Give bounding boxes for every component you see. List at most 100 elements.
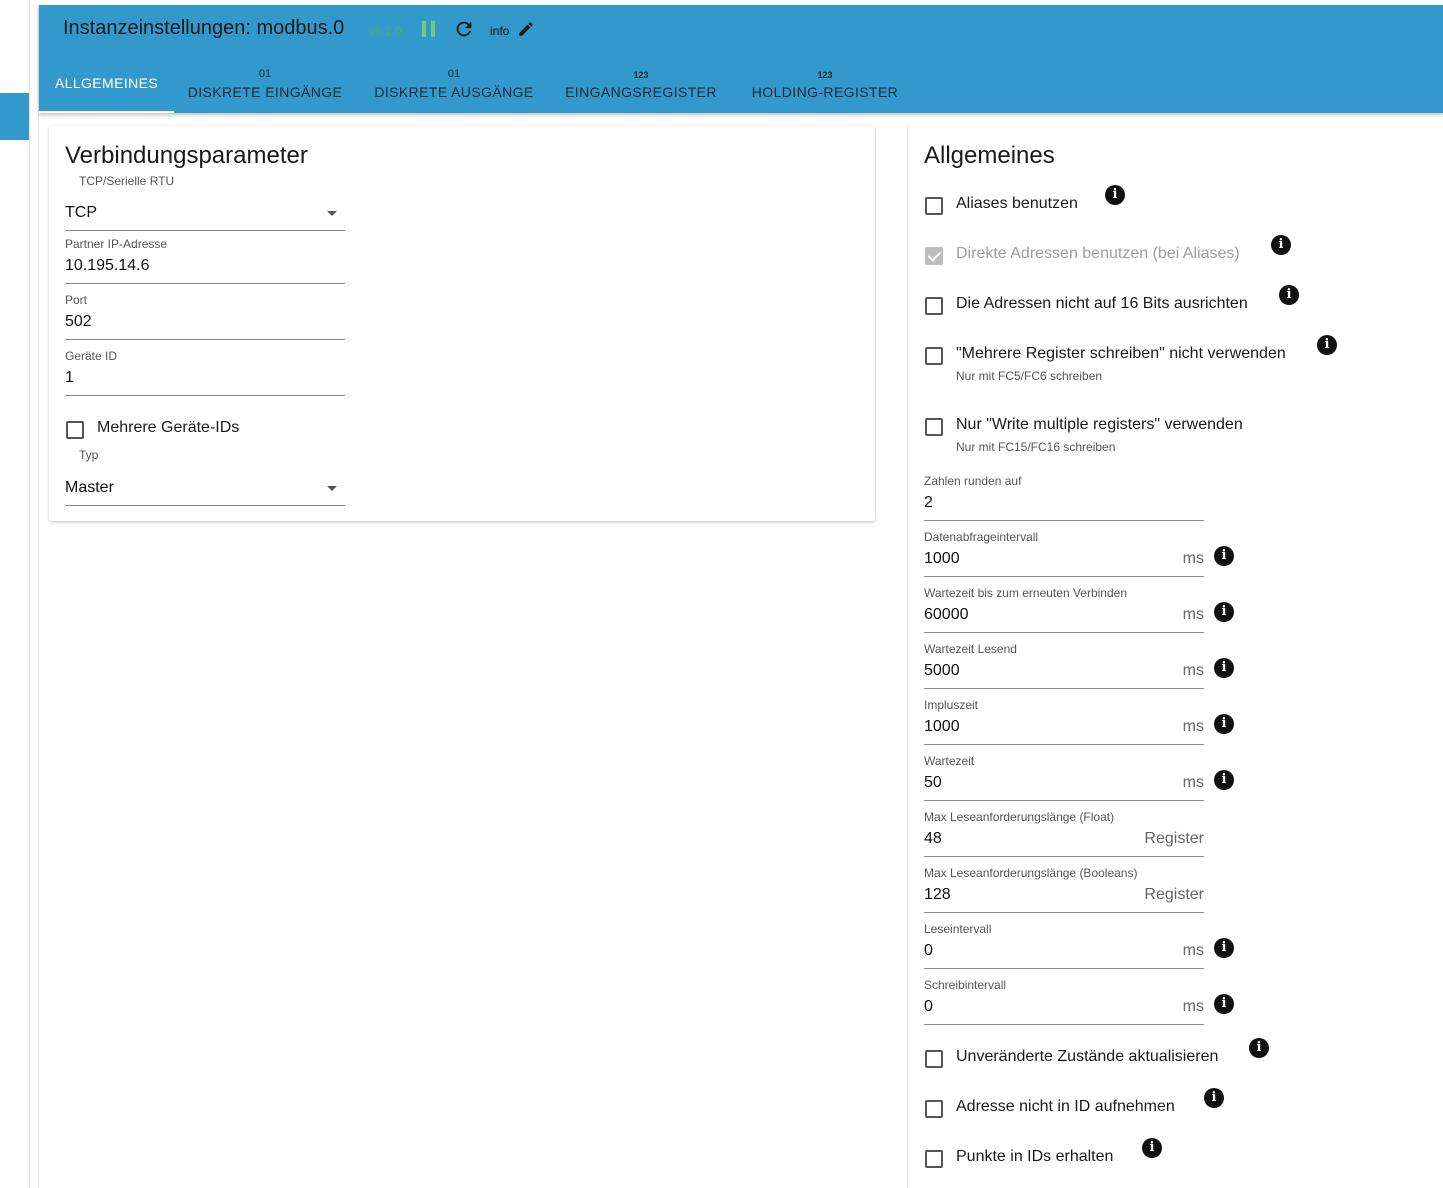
field-unit: ms — [1182, 606, 1204, 623]
tab-diskrete-ausgaenge[interactable]: 01 DISKRETE AUSGÄNGE — [371, 55, 537, 113]
no-multi-register-write-checkbox[interactable]: "Mehrere Register schreiben" nicht verwe… — [925, 345, 1286, 383]
info-icon[interactable]: i — [1204, 1088, 1224, 1108]
info-icon[interactable]: i — [1214, 770, 1234, 790]
edit-icon[interactable] — [517, 20, 535, 38]
field-label: Typ — [79, 448, 99, 462]
tab-indicator — [39, 111, 174, 113]
field-value: 48 — [924, 830, 942, 847]
field-value: 1 — [65, 369, 74, 386]
field-value: TCP — [65, 204, 97, 221]
field-unit: ms — [1182, 774, 1204, 791]
checkbox-label: Punkte in IDs erhalten — [956, 1148, 1114, 1165]
field-underline — [924, 520, 1204, 521]
field-unit: ms — [1182, 718, 1204, 735]
field-label: Wartezeit Lesend — [924, 642, 1017, 656]
field-underline — [924, 1024, 1204, 1025]
field-label: Leseintervall — [924, 922, 992, 936]
info-icon[interactable]: i — [1214, 714, 1234, 734]
field-label: Port — [65, 293, 88, 307]
checkbox-box[interactable] — [925, 1150, 943, 1168]
app-bar: Instanzeinstellungen: modbus.0 v6.1.0 in… — [39, 5, 1443, 113]
info-icon[interactable]: i — [1214, 994, 1234, 1014]
checkbox-box[interactable] — [925, 347, 943, 365]
no-address-in-id-checkbox[interactable]: Adresse nicht in ID aufnehmen — [925, 1098, 1175, 1118]
chevron-down-icon — [327, 211, 337, 216]
checkbox-box[interactable] — [925, 247, 943, 265]
tab-eingangsregister[interactable]: 123 EINGANGSREGISTER — [561, 55, 721, 113]
checkbox-label: Mehrere Geräte-IDs — [97, 419, 240, 436]
checkbox-label: Nur "Write multiple registers" verwenden — [956, 416, 1243, 433]
field-label: Wartezeit bis zum erneuten Verbinden — [924, 586, 1127, 600]
section-title: Verbindungsparameter — [65, 142, 308, 169]
pause-icon[interactable] — [422, 21, 436, 37]
info-link[interactable]: info — [490, 24, 509, 38]
tab-label: HOLDING-REGISTER — [751, 84, 899, 100]
checkbox-label: Direkte Adressen benutzen (bei Aliases) — [956, 245, 1240, 262]
update-unchanged-checkbox[interactable]: Unveränderte Zustände aktualisieren — [925, 1048, 1218, 1068]
tab-diskrete-eingaenge[interactable]: 01 DISKRETE EINGÄNGE — [184, 55, 346, 113]
field-label: Partner IP-Adresse — [65, 237, 168, 251]
tab-badge: 01 — [447, 68, 461, 80]
checkbox-label: "Mehrere Register schreiben" nicht verwe… — [956, 345, 1286, 362]
checkbox-label: Aliases benutzen — [956, 195, 1078, 212]
info-icon[interactable]: i — [1214, 546, 1234, 566]
info-icon[interactable]: i — [1317, 335, 1337, 355]
main-area: Instanzeinstellungen: modbus.0 v6.1.0 in… — [38, 5, 1443, 1188]
multi-device-ids-checkbox[interactable]: Mehrere Geräte-IDs — [66, 419, 239, 439]
field-value: 50 — [924, 774, 942, 791]
keep-dots-checkbox[interactable]: Punkte in IDs erhalten — [925, 1148, 1113, 1168]
checkbox-box[interactable] — [925, 418, 943, 436]
checkbox-hint: Nur mit FC15/FC16 schreiben — [956, 440, 1116, 454]
version-label: v6.1.0 — [369, 24, 402, 38]
tab-holding-register[interactable]: 123 HOLDING-REGISTER — [745, 55, 905, 113]
checkbox-box[interactable] — [925, 297, 943, 315]
field-unit: Register — [1144, 886, 1204, 903]
checkbox-box[interactable] — [925, 197, 943, 215]
field-value: 5000 — [924, 662, 960, 679]
info-icon[interactable]: i — [1271, 235, 1291, 255]
field-value: 0 — [924, 942, 933, 959]
field-underline — [924, 800, 1204, 801]
info-icon[interactable]: i — [1214, 602, 1234, 622]
field-value: 1000 — [924, 718, 960, 735]
field-underline — [924, 912, 1204, 913]
field-label: Schreibintervall — [924, 978, 1007, 992]
field-underline — [924, 856, 1204, 857]
info-icon[interactable]: i — [1279, 285, 1299, 305]
checkbox-box[interactable] — [925, 1050, 943, 1068]
field-unit: ms — [1182, 942, 1204, 959]
tab-badge: 123 — [633, 70, 649, 80]
field-label: Wartezeit — [924, 754, 975, 768]
field-underline — [65, 339, 345, 340]
checkbox-label: Unveränderte Zustände aktualisieren — [956, 1048, 1219, 1065]
info-icon[interactable]: i — [1105, 185, 1125, 205]
checkbox-box[interactable] — [925, 1100, 943, 1118]
info-icon[interactable]: i — [1214, 658, 1234, 678]
field-underline — [65, 395, 345, 396]
field-value: 1000 — [924, 550, 960, 567]
checkbox-box[interactable] — [66, 421, 84, 439]
no-16bit-align-checkbox[interactable]: Die Adressen nicht auf 16 Bits ausrichte… — [925, 295, 1248, 315]
field-underline — [924, 576, 1204, 577]
field-value: 0 — [924, 998, 933, 1015]
chevron-down-icon — [327, 486, 337, 491]
refresh-icon[interactable] — [453, 18, 475, 40]
aliases-checkbox[interactable]: Aliases benutzen — [925, 195, 1078, 215]
direct-addresses-checkbox[interactable]: Direkte Adressen benutzen (bei Aliases) — [925, 245, 1240, 265]
tab-allgemeines[interactable]: ALLGEMEINES — [39, 55, 174, 113]
info-icon[interactable]: i — [1214, 938, 1234, 958]
field-underline — [924, 744, 1204, 745]
info-icon[interactable]: i — [1249, 1038, 1269, 1058]
general-panel: Allgemeines Aliases benutzen i Direkte A… — [907, 126, 1443, 1188]
tab-badge: 01 — [258, 68, 272, 80]
tab-bar: ALLGEMEINES 01 DISKRETE EINGÄNGE 01 DISK… — [39, 55, 1039, 113]
tab-badge: 123 — [817, 70, 833, 80]
field-unit: Register — [1144, 830, 1204, 847]
field-underline — [924, 968, 1204, 969]
field-unit: ms — [1182, 662, 1204, 679]
info-icon[interactable]: i — [1142, 1138, 1162, 1158]
field-value: 2 — [924, 494, 933, 511]
only-write-multiple-checkbox[interactable]: Nur "Write multiple registers" verwenden… — [925, 416, 1243, 454]
field-label: Datenabfrageintervall — [924, 530, 1039, 544]
left-rail-active-item[interactable] — [0, 93, 29, 140]
